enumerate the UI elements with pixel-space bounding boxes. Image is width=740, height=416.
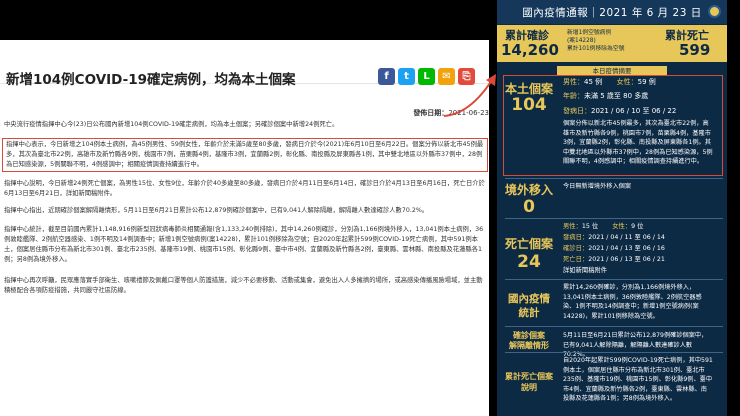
- article-paragraph: 指揮中心說明，今日新增24例死亡個案，為男性15位、女性9位，年齡介於40多歲至…: [4, 180, 485, 197]
- local-age-row: 年齡：未滿 5 歲至 80 多歲: [563, 91, 648, 101]
- stats-title: 國內疫情 統計: [501, 292, 557, 320]
- female-key: 女性：: [612, 223, 632, 230]
- summary-bar: 累計確診 14,260 新增1例空號病例 (案14228) 累計101例移除為空…: [497, 25, 727, 62]
- release-title: 確診個案 解隔離情形: [501, 331, 557, 351]
- news-article: 新增104例COVID-19確定病例，均為本土個案 f t L ✉ ⎘ 發佈日期…: [0, 40, 489, 416]
- divider: [505, 279, 723, 280]
- deaths-onset-row: 發病日：2021 / 04 / 11 至 06 / 14: [563, 232, 665, 241]
- deaths-gender-row: 男性：15 位 女性：9 位: [563, 221, 643, 230]
- deaths-date-row: 死亡日：2021 / 06 / 13 至 06 / 21: [563, 254, 665, 263]
- female-value: 9 位: [631, 223, 644, 230]
- local-cases-description: 個案分佈以新北市45例最多，其次為臺北市22例，高雄市及新竹縣各9例，桃園市7例…: [563, 120, 713, 165]
- male-value: 15 位: [581, 223, 599, 230]
- death-desc-title-line: 說明: [521, 383, 537, 392]
- onset-value: 2021 / 04 / 11 至 06 / 14: [588, 234, 665, 241]
- divider: [505, 218, 723, 219]
- diag-key: 確診日：: [563, 245, 589, 252]
- onset-key: 發病日：: [563, 107, 591, 115]
- divider: [505, 178, 723, 179]
- deaths-total-value: 599: [679, 41, 711, 59]
- deaths-diag-row: 確診日：2021 / 04 / 13 至 06 / 16: [563, 243, 665, 252]
- screenshot-stage: 新增104例COVID-19確定病例，均為本土個案 f t L ✉ ⎘ 發佈日期…: [0, 0, 740, 416]
- death-value: 2021 / 06 / 13 至 06 / 21: [588, 256, 665, 263]
- epidemic-report-panel: 國內疫情通報｜2021 年 6 月 23 日 累計確診 14,260 新增1例空…: [497, 0, 727, 416]
- summary-note-line: (案14228): [567, 38, 596, 44]
- divider: [505, 352, 723, 353]
- divider: [505, 326, 723, 327]
- panel-title: 國內疫情通報｜2021 年 6 月 23 日: [522, 6, 702, 19]
- local-gender-row: 男性：45 例 女性：59 例: [563, 77, 656, 87]
- facebook-share-icon[interactable]: f: [378, 68, 395, 85]
- release-title-line: 解隔離情形: [509, 341, 549, 350]
- deaths-note: 詳如新聞稿附件: [563, 267, 608, 274]
- article-paragraph: 指揮中心統計，截至目前國內累計1,148,916例新型冠狀病毒肺炎相關通報(含1…: [4, 226, 484, 263]
- onset-key: 發病日：: [563, 234, 589, 241]
- local-onset-row: 發病日：2021 / 06 / 10 至 06 / 22: [563, 106, 676, 116]
- article-paragraph: 中央流行疫情指揮中心今(23)日公布國內新增104例COVID-19確定病例，均…: [4, 121, 339, 128]
- panel-header: 國內疫情通報｜2021 年 6 月 23 日: [497, 0, 727, 24]
- death-desc-description: 自2020年起累計599例COVID-19死亡病例，其中591例本土，個案居住縣…: [563, 357, 713, 402]
- male-key: 男性：: [563, 78, 584, 86]
- stats-description: 累計14,260例確診，分別為1,166例境外移入，13,041例本土病例，36…: [563, 284, 702, 320]
- article-paragraph-highlighted: 指揮中心表示，今日新增之104例本土病例，為45例男性、59例女性，年齡介於未滿…: [2, 138, 488, 172]
- article-headline: 新增104例COVID-19確定病例，均為本土個案: [6, 72, 296, 88]
- stats-title-line: 統計: [518, 307, 540, 319]
- age-value: 未滿 5 歲至 80 多歲: [584, 92, 649, 100]
- female-key: 女性：: [616, 78, 638, 86]
- stats-title-line: 國內疫情: [508, 293, 550, 305]
- article-paragraph: 指揮中心指出，近期確診個案解隔離情形，5月11日至6月21日累計公布12,879…: [4, 207, 429, 214]
- male-value: 45 例: [584, 78, 603, 86]
- local-cases-value: 104: [511, 95, 547, 115]
- age-key: 年齡：: [563, 92, 584, 100]
- deaths-value: 24: [517, 252, 541, 272]
- summary-note: 新增1例空號病例 (案14228) 累計101例移除為空號: [567, 29, 624, 53]
- line-share-icon[interactable]: L: [418, 68, 435, 85]
- female-value: 59 例: [637, 78, 656, 86]
- cdc-seal-icon: [708, 5, 721, 18]
- twitter-share-icon[interactable]: t: [398, 68, 415, 85]
- summary-note-line: 新增1例空號病例: [567, 30, 612, 36]
- imported-description: 今日無新增境外移入個案: [563, 183, 632, 190]
- imported-value: 0: [523, 197, 535, 217]
- death-desc-title-line: 累計死亡個案: [505, 372, 553, 381]
- male-key: 男性：: [563, 223, 582, 230]
- deaths-title: 死亡個案: [504, 237, 553, 251]
- diag-value: 2021 / 04 / 13 至 06 / 16: [588, 245, 665, 252]
- summary-note-line: 累計101例移除為空號: [567, 46, 625, 52]
- onset-value: 2021 / 06 / 10 至 06 / 22: [591, 107, 677, 115]
- death-key: 死亡日：: [563, 256, 589, 263]
- imported-title: 境外移入: [504, 183, 553, 197]
- article-paragraph: 指揮中心再次呼籲，民眾應落實手部衛生、咳嗽禮節及佩戴口罩等個人防護措施，減少不必…: [4, 277, 483, 294]
- death-desc-title: 累計死亡個案 說明: [501, 371, 557, 393]
- release-title-line: 確診個案: [513, 331, 545, 340]
- confirmed-value: 14,260: [501, 41, 559, 59]
